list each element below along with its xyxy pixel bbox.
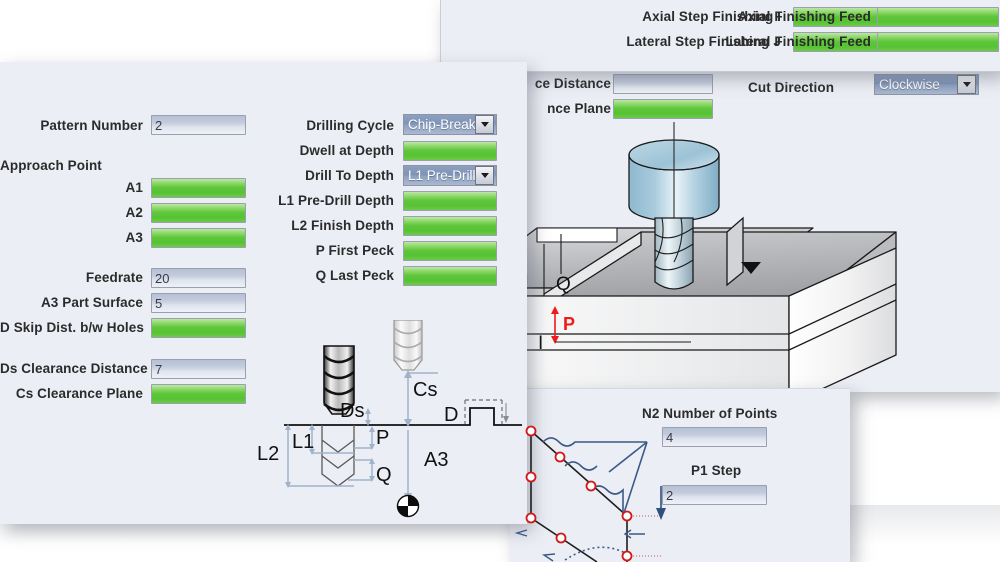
label-cut-direction: Cut Direction	[748, 80, 835, 95]
origin-datum-icon	[396, 494, 420, 518]
input-clearance-distance[interactable]	[613, 74, 713, 94]
input-l2-finish-depth[interactable]	[403, 216, 497, 236]
input-feedrate[interactable]: 20	[151, 268, 246, 288]
label-drill-to-depth: Drill To Depth	[305, 168, 394, 183]
input-l1-pre-drill-depth[interactable]	[403, 191, 497, 211]
annotation-q: Q	[376, 464, 392, 486]
label-p-first-peck: P First Peck	[315, 243, 394, 258]
label-a2: A2	[125, 205, 143, 220]
label-cs-clearance-plane: Cs Clearance Plane	[15, 386, 143, 401]
annotation-q: Q	[556, 274, 571, 295]
dropdown-drill-to-depth-value: L1 Pre-Drill	[408, 168, 475, 183]
drill-depth-section-diagram: Cs Ds D L2 L1 P Q A3	[257, 320, 522, 518]
label-p1-step: P1 Step	[691, 463, 742, 478]
label-n2-number-of-points: N2 Number of Points	[642, 406, 778, 421]
dropdown-drilling-cycle[interactable]: Chip-Break	[403, 114, 497, 135]
annotation-a3: A3	[424, 449, 448, 471]
label-axial-finishing-feed: Axial Finishing Feed	[737, 9, 871, 24]
input-lateral-finishing-feed[interactable]	[877, 32, 999, 52]
point-pattern-diagram	[514, 425, 666, 562]
annotation-i: I	[538, 333, 543, 354]
input-q-last-peck[interactable]	[403, 266, 497, 286]
annotation-ds: Ds	[340, 400, 364, 422]
input-clearance-plane[interactable]	[613, 99, 713, 119]
label-a3-part-surface: A3 Part Surface	[40, 295, 143, 310]
label-d-skip-dist-bw-holes: D Skip Dist. b/w Holes	[0, 320, 144, 335]
input-cs-clearance-plane[interactable]	[151, 384, 246, 404]
annotation-cs: Cs	[413, 379, 437, 401]
label-ds-clearance-distance: Ds Clearance Distance	[0, 361, 148, 376]
annotation-l2: L2	[257, 443, 279, 465]
label-a1: A1	[125, 180, 143, 195]
dropdown-cut-direction[interactable]: Clockwise	[874, 74, 979, 95]
input-dwell-at-depth[interactable]	[403, 141, 497, 161]
input-ds-clearance-distance[interactable]: 7	[151, 359, 246, 379]
label-feedrate: Feedrate	[85, 270, 143, 285]
label-pattern-number: Pattern Number	[40, 118, 143, 133]
input-a3[interactable]	[151, 228, 246, 248]
annotation-p: P	[563, 314, 575, 334]
input-a3-part-surface[interactable]: 5	[151, 293, 246, 313]
dropdown-cut-direction-value: Clockwise	[879, 77, 940, 92]
input-a1[interactable]	[151, 178, 246, 198]
label-q-last-peck: Q Last Peck	[315, 268, 394, 283]
input-axial-finishing-feed[interactable]	[877, 7, 999, 27]
label-lateral-finishing-feed: Lateral Finishing Feed	[725, 34, 871, 49]
input-pattern-number[interactable]: 2	[151, 115, 246, 135]
label-l2-finish-depth: L2 Finish Depth	[291, 218, 394, 233]
annotation-d: D	[444, 404, 458, 426]
chevron-down-icon[interactable]	[475, 166, 494, 185]
input-a2[interactable]	[151, 203, 246, 223]
label-drilling-cycle: Drilling Cycle	[306, 118, 394, 133]
chevron-down-icon[interactable]	[475, 115, 494, 134]
dropdown-drill-to-depth[interactable]: L1 Pre-Drill	[403, 165, 497, 186]
label-a3: A3	[125, 230, 143, 245]
label-dwell-at-depth: Dwell at Depth	[299, 143, 394, 158]
label-l1-pre-drill-depth: L1 Pre-Drill Depth	[278, 193, 394, 208]
input-p-first-peck[interactable]	[403, 241, 497, 261]
drilling-parameters-panel: Pattern Number 2 Approach Point A1 A2 A3…	[0, 62, 527, 524]
chevron-down-icon[interactable]	[957, 75, 976, 94]
input-d-skip-dist-bw-holes[interactable]	[151, 318, 246, 338]
label-approach-point: Approach Point	[0, 158, 102, 173]
annotation-l1: L1	[292, 431, 314, 453]
annotation-p: P	[376, 427, 389, 449]
dropdown-drilling-cycle-value: Chip-Break	[408, 117, 475, 132]
